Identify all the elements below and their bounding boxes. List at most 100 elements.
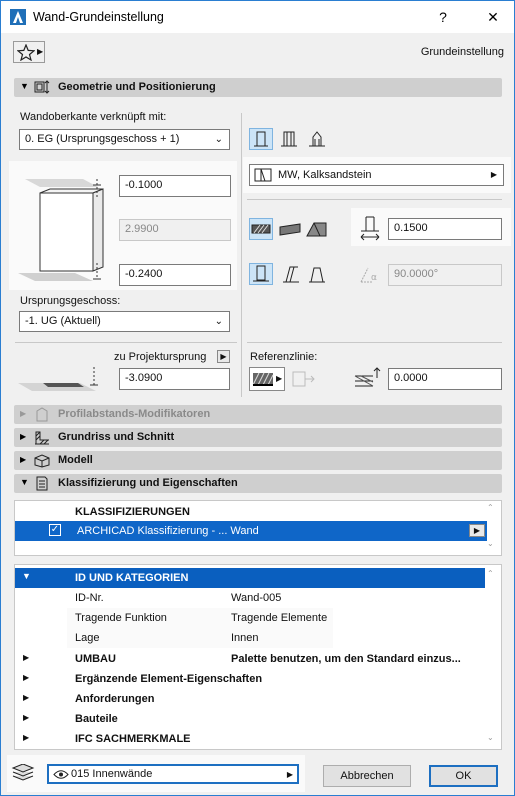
collapsed-triangle-icon: ▶ (20, 455, 27, 464)
project-zero-input[interactable]: -3.0900 (119, 368, 230, 390)
document-icon (36, 476, 48, 491)
trapezoid-wall-icon[interactable] (306, 265, 328, 285)
property-row[interactable]: Tragende Funktion Tragende Elemente (15, 608, 485, 628)
property-group-row[interactable]: ▶ Bauteile (15, 709, 485, 729)
collapsed-triangle-icon: ▶ (23, 673, 30, 682)
top-link-label: Wandoberkante verknüpft mit: (20, 111, 167, 123)
height-input: 2.9900 (119, 219, 231, 241)
layers-icon (11, 764, 35, 781)
angle-input: 90.0000° (388, 264, 502, 286)
top-offset-input[interactable]: -0.1000 (119, 175, 231, 197)
svg-text:α: α (371, 273, 377, 283)
thickness-panel: 0.1500 (351, 208, 511, 246)
layer-panel: 015 Innenwände ▶ (7, 755, 305, 792)
layer-value: 015 Innenwände (71, 768, 153, 780)
classification-value: ARCHICAD Klassifizierung - ... Wand (77, 525, 259, 537)
property-row[interactable]: Lage Innen (15, 628, 485, 648)
property-value: Innen (231, 632, 259, 644)
wall-basic-button[interactable] (249, 218, 273, 240)
favorites-label: Grundeinstellung (420, 46, 504, 58)
properties-list: ▼ ID UND KATEGORIEN ID-Nr. Wand-005 Trag… (14, 564, 502, 750)
property-group-label: ID UND KATEGORIEN (75, 572, 189, 584)
section-plan-section[interactable]: ▶ Grundriss und Schnitt (14, 428, 502, 447)
scroll-up-icon[interactable]: ⌃ (487, 503, 494, 512)
home-story-value: -1. UG (Aktuell) (25, 315, 101, 327)
classification-row[interactable]: ✓ ARCHICAD Klassifizierung - ... Wand (15, 521, 487, 541)
top-link-select[interactable]: 0. EG (Ursprungsgeschoss + 1) ⌄ (19, 129, 230, 150)
chevron-down-icon: ⌄ (214, 316, 223, 327)
scroll-down-icon[interactable]: ⌄ (487, 539, 494, 548)
wall-straight-button[interactable] (249, 128, 273, 150)
classification-popup-button[interactable]: ▶ (469, 524, 485, 537)
archicad-app-icon (10, 9, 26, 25)
inclined-wall-icon[interactable] (280, 265, 302, 285)
title-bar: Wand-Grundeinstellung ? ✕ (1, 1, 514, 33)
property-group-row[interactable]: ▶ Anforderungen (15, 689, 485, 709)
property-group-row[interactable]: ▶ Ergänzende Element-Eigenschaften (15, 669, 485, 689)
scroll-up-icon[interactable]: ⌃ (487, 569, 494, 578)
property-group-row[interactable]: ▶ UMBAU Palette benutzen, um den Standar… (15, 649, 485, 669)
home-story-label: Ursprungsgeschoss: (20, 295, 121, 307)
property-group-row[interactable]: ▶ IFC SACHMERKMALE (15, 729, 485, 749)
window-title: Wand-Grundeinstellung (33, 10, 164, 24)
reference-offset-input[interactable]: 0.0000 (388, 368, 502, 390)
favorites-button[interactable]: ▶ (13, 41, 45, 63)
reference-line-icon (252, 372, 274, 386)
classification-checkbox[interactable]: ✓ (49, 524, 61, 536)
chevron-down-icon: ⌄ (214, 134, 223, 145)
wall-trapezoid-button[interactable] (277, 128, 301, 150)
section-geometry[interactable]: ▼ Geometrie und Positionierung (14, 78, 502, 97)
chevron-right-icon: ▶ (490, 170, 497, 179)
profile-modifier-icon (36, 407, 48, 422)
ok-button[interactable]: OK (429, 765, 498, 787)
property-group-row[interactable]: ▼ ID UND KATEGORIEN (15, 568, 485, 588)
section-classification[interactable]: ▼ Klassifizierung und Eigenschaften (14, 474, 502, 493)
chevron-right-icon: ▶ (276, 374, 283, 383)
expanded-triangle-icon: ▼ (20, 81, 29, 91)
angle-icon: α (360, 267, 377, 283)
cancel-button[interactable]: Abbrechen (323, 765, 411, 787)
property-row[interactable]: ID-Nr. Wand-005 (15, 588, 485, 608)
section-profile-modifiers[interactable]: ▶ Profilabstands-Modifikatoren (14, 405, 502, 424)
wall-profile-button[interactable] (305, 128, 329, 150)
expanded-triangle-icon: ▼ (22, 571, 31, 581)
slanted-wall-icon[interactable] (279, 223, 301, 237)
property-name: Lage (75, 632, 100, 644)
property-group-label: UMBAU (75, 653, 116, 665)
property-value: Tragende Elemente (231, 612, 328, 624)
scroll-down-icon[interactable]: ⌄ (487, 733, 494, 742)
collapsed-triangle-icon: ▶ (23, 653, 30, 662)
close-button[interactable]: ✕ (483, 7, 503, 27)
divider (247, 199, 502, 200)
project-zero-popup-button[interactable]: ▶ (217, 350, 230, 363)
property-group-label: Bauteile (75, 713, 118, 725)
building-material-icon (254, 168, 272, 182)
reference-line-button[interactable]: ▶ (249, 367, 285, 391)
help-button[interactable]: ? (433, 7, 453, 27)
bottom-offset-input[interactable]: -0.2400 (119, 264, 231, 286)
home-story-select[interactable]: -1. UG (Aktuell) ⌄ (19, 311, 230, 332)
classifications-header: KLASSIFIZIERUNGEN (75, 506, 190, 518)
divider (247, 342, 502, 343)
hatched-wall-icon (251, 224, 271, 234)
building-material-value: MW, Kalksandstein (278, 169, 372, 181)
section-label: Grundriss und Schnitt (58, 431, 175, 443)
dialog-window: Wand-Grundeinstellung ? ✕ ▶ Grundeinstel… (0, 0, 515, 796)
composite-wall-icon (281, 131, 297, 147)
section-model[interactable]: ▶ Modell (14, 451, 502, 470)
straight-wall-icon (254, 131, 268, 147)
double-slanted-wall-icon[interactable] (306, 220, 328, 238)
wall-vertical-button[interactable] (249, 263, 273, 285)
collapsed-triangle-icon: ▶ (23, 713, 30, 722)
collapsed-triangle-icon: ▶ (20, 409, 27, 418)
layer-select[interactable]: 015 Innenwände ▶ (47, 764, 299, 784)
collapsed-triangle-icon: ▶ (23, 733, 30, 742)
thickness-input[interactable]: 0.1500 (388, 218, 502, 240)
flip-reference-icon[interactable] (291, 368, 317, 390)
building-material-select[interactable]: MW, Kalksandstein ▶ (249, 164, 504, 186)
geometry-icon (34, 80, 50, 94)
star-icon (17, 44, 35, 61)
top-link-value: 0. EG (Ursprungsgeschoss + 1) (25, 133, 180, 145)
property-group-value: Palette benutzen, um den Standard einzus… (231, 653, 461, 665)
chevron-right-icon: ▶ (37, 47, 44, 56)
